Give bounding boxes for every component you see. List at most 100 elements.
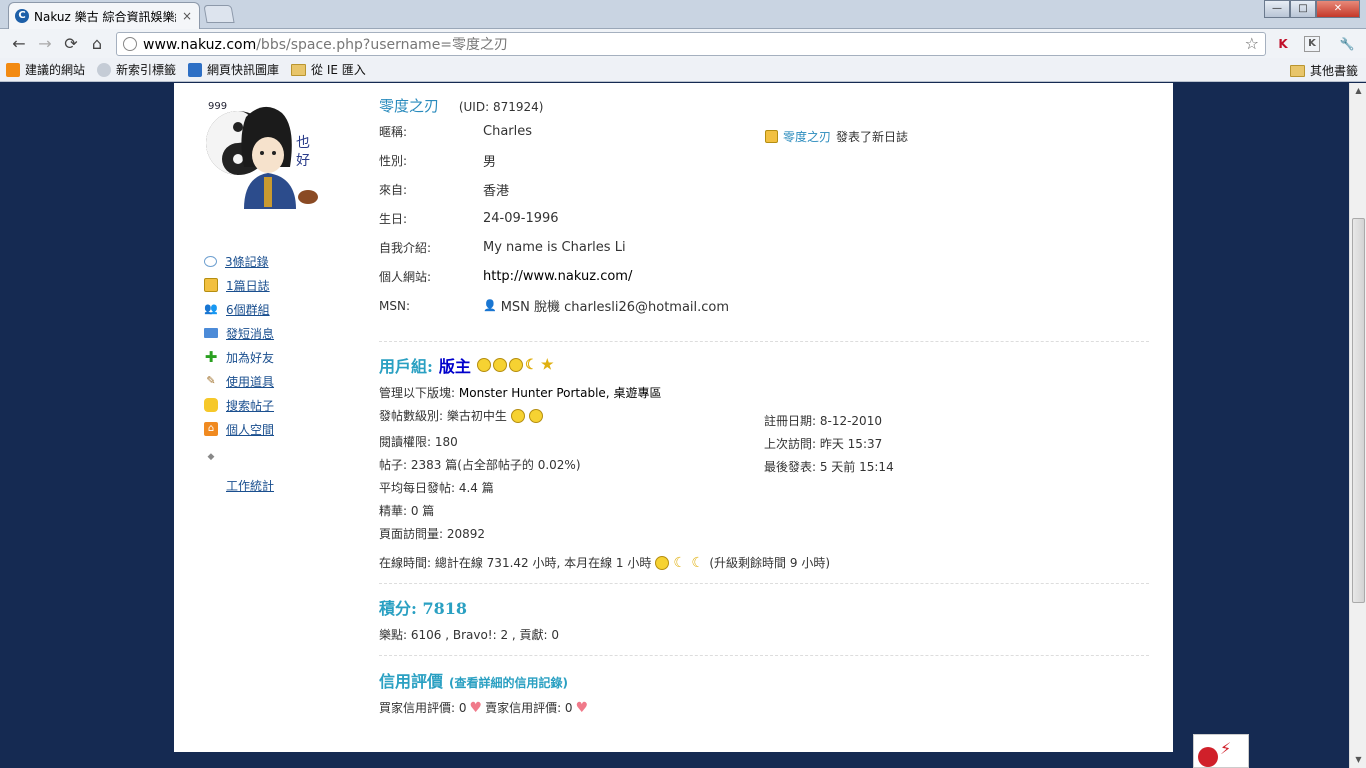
minimize-button[interactable]: — (1264, 0, 1290, 18)
profile-actions: 3條記錄 1篇日誌 👥 6個群組 發短消息 ✚ 加為好友 ✎ 使用道具 搜索帖子… (204, 249, 324, 497)
nav-groups-link[interactable]: 6個群組 (226, 301, 270, 318)
nav-add-friend-link[interactable]: 加為好友 (226, 349, 274, 366)
nav-search-posts[interactable]: 搜索帖子 (204, 393, 324, 417)
sun-rank-icon (528, 408, 543, 423)
moderates-forums-link[interactable]: Monster Hunter Portable, 桌遊專區 (459, 386, 662, 400)
nav-groups[interactable]: 👥 6個群組 (204, 297, 324, 321)
forward-icon[interactable]: → (32, 33, 58, 55)
divider (379, 655, 1149, 656)
wrench-icon[interactable]: 🔧 (1336, 33, 1358, 55)
home-icon[interactable]: ⌂ (84, 33, 110, 55)
web-slice-icon (188, 62, 203, 77)
tab-close-icon[interactable]: × (181, 9, 193, 23)
usergroup-label: 用戶組: (379, 357, 433, 376)
suggested-sites-icon (6, 62, 20, 77)
last-visit: 上次訪問: 昨天 15:37 (764, 437, 883, 451)
folder-icon (1289, 64, 1305, 77)
page-scrollbar[interactable]: ▲ ▼ (1349, 83, 1366, 768)
site-favicon-icon: C (15, 9, 29, 23)
bookmark-item[interactable]: 新索引標籤 (97, 61, 176, 78)
field-value: My name is Charles Li (483, 240, 626, 255)
bookmark-star-icon[interactable]: ☆ (1245, 34, 1259, 53)
field-value: 24-09-1996 (483, 211, 559, 226)
nav-use-item[interactable]: ✎ 使用道具 (204, 369, 324, 393)
credits-heading: 積分: 7818 (379, 599, 468, 618)
profile-info: 零度之刃 (UID: 871924) 暱稱: Charles 性別: 男 來自:… (379, 95, 729, 320)
extension-k-icon[interactable]: K (1304, 35, 1320, 52)
folder-icon (291, 63, 307, 76)
online-time-text: 在線時間: 總計在線 731.42 小時, 本月在線 1 小時 (379, 556, 652, 570)
lightning-icon: ⚡ (1220, 739, 1232, 758)
reputation-scores: 買家信用評價: 0 ♥ 賣家信用評價: 0 ♥ (379, 699, 591, 716)
msn-value: 👤 MSN 脫機 charlesli26@hotmail.com (483, 296, 729, 315)
reputation-detail-link[interactable]: (查看詳細的信用記錄) (449, 674, 568, 691)
nav-journal-link[interactable]: 1篇日誌 (226, 277, 270, 294)
other-bookmarks[interactable]: 其他書籤 (1289, 62, 1358, 79)
last-post: 最後發表: 5 天前 15:14 (764, 460, 894, 474)
reload-icon[interactable]: ⟳ (58, 33, 84, 55)
reputation-title: 信用評價 (379, 672, 444, 691)
maximize-button[interactable]: □ (1290, 0, 1316, 18)
bookmark-item[interactable]: 網頁快訊圖庫 (188, 61, 279, 78)
sun-rank-icon (476, 358, 491, 372)
svg-text:999: 999 (208, 101, 227, 112)
nav-stats-link[interactable]: 工作統計 (226, 477, 274, 494)
moon-rank-icon: ☾ (524, 357, 538, 373)
new-tab-button[interactable] (203, 5, 235, 23)
field-label: 生日: (379, 212, 408, 226)
field-value: 男 (483, 155, 497, 170)
search-posts-icon (204, 398, 218, 412)
nav-blank-row: ◆ (204, 441, 324, 473)
pin-icon: ◆ (207, 452, 215, 462)
nav-message-link[interactable]: 發短消息 (226, 325, 274, 342)
credits-detail: 樂點: 6106 , Bravo!: 2 , 貢獻: 0 (379, 628, 560, 642)
other-bookmarks-label: 其他書籤 (1309, 64, 1358, 78)
nav-records[interactable]: 3條記錄 (204, 249, 324, 273)
scroll-up-icon[interactable]: ▲ (1350, 83, 1366, 99)
online-time: 在線時間: 總計在線 731.42 小時, 本月在線 1 小時 ☾ ☾ (升級剩… (379, 554, 830, 571)
kaspersky-icon[interactable]: K (1272, 33, 1294, 55)
scroll-thumb[interactable] (1352, 218, 1365, 603)
nav-records-link[interactable]: 3條記錄 (225, 253, 269, 270)
scroll-down-icon[interactable]: ▼ (1350, 752, 1366, 768)
close-button[interactable]: ✕ (1316, 0, 1360, 18)
nav-use-item-link[interactable]: 使用道具 (226, 373, 274, 390)
divider (379, 341, 1149, 342)
website-link[interactable]: http://www.nakuz.com/ (483, 269, 632, 284)
field-label: 暱稱: (379, 125, 408, 139)
field-label: 個人網站: (379, 270, 432, 284)
nav-add-friend[interactable]: ✚ 加為好友 (204, 345, 324, 369)
nav-journal[interactable]: 1篇日誌 (204, 273, 324, 297)
user-id: (UID: 871924) (458, 100, 544, 114)
field-label: 來自: (379, 183, 408, 197)
tab-active[interactable]: C Nakuz 樂古 綜合資訊娛樂網 × (8, 2, 200, 29)
home-icon: ⌂ (204, 422, 218, 436)
avatar: 也 好 999 (204, 97, 322, 215)
nav-stats[interactable]: 工作統計 (204, 473, 324, 497)
address-bar[interactable]: www.nakuz.com/bbs/space.php?username=零度之… (116, 31, 1266, 56)
bookmark-item[interactable]: 建議的網站 (6, 61, 85, 78)
bookmark-item[interactable]: 從 IE 匯入 (291, 61, 366, 78)
seller-rating: 賣家信用評價: 0 (485, 701, 573, 715)
group-icon: 👥 (204, 302, 218, 315)
activity-feed-item: 零度之刃 發表了新日誌 (765, 128, 908, 145)
back-icon[interactable]: ← (6, 33, 32, 55)
buyer-rating: 買家信用評價: 0 (379, 701, 467, 715)
bookmarks-bar: 建議的網站 新索引標籤 網頁快訊圖庫 從 IE 匯入 其他書籤 (0, 58, 1366, 82)
bookmark-label: 從 IE 匯入 (311, 63, 366, 77)
wand-icon: ✎ (206, 374, 216, 387)
usergroup-heading: 用戶組: 版主 ☾ ★ (379, 353, 554, 377)
nav-space[interactable]: ⌂ 個人空間 (204, 417, 324, 441)
nav-space-link[interactable]: 個人空間 (226, 421, 274, 438)
reputation-heading: 信用評價 (查看詳細的信用記錄) (379, 668, 568, 692)
feed-user-link[interactable]: 零度之刃 (783, 128, 831, 145)
field-msn: MSN: 👤 MSN 脫機 charlesli26@hotmail.com (379, 291, 729, 320)
bookmark-label: 新索引標籤 (116, 63, 177, 77)
nav-search-posts-link[interactable]: 搜索帖子 (226, 397, 274, 414)
nav-message[interactable]: 發短消息 (204, 321, 324, 345)
url-text[interactable]: www.nakuz.com/bbs/space.php?username=零度之… (143, 34, 1239, 54)
floating-widget[interactable]: ⚡ (1193, 734, 1249, 768)
rank-icons: ☾ ★ (476, 357, 554, 373)
field-nickname: 暱稱: Charles (379, 117, 729, 146)
registration-date: 註冊日期: 8-12-2010 (764, 414, 882, 428)
